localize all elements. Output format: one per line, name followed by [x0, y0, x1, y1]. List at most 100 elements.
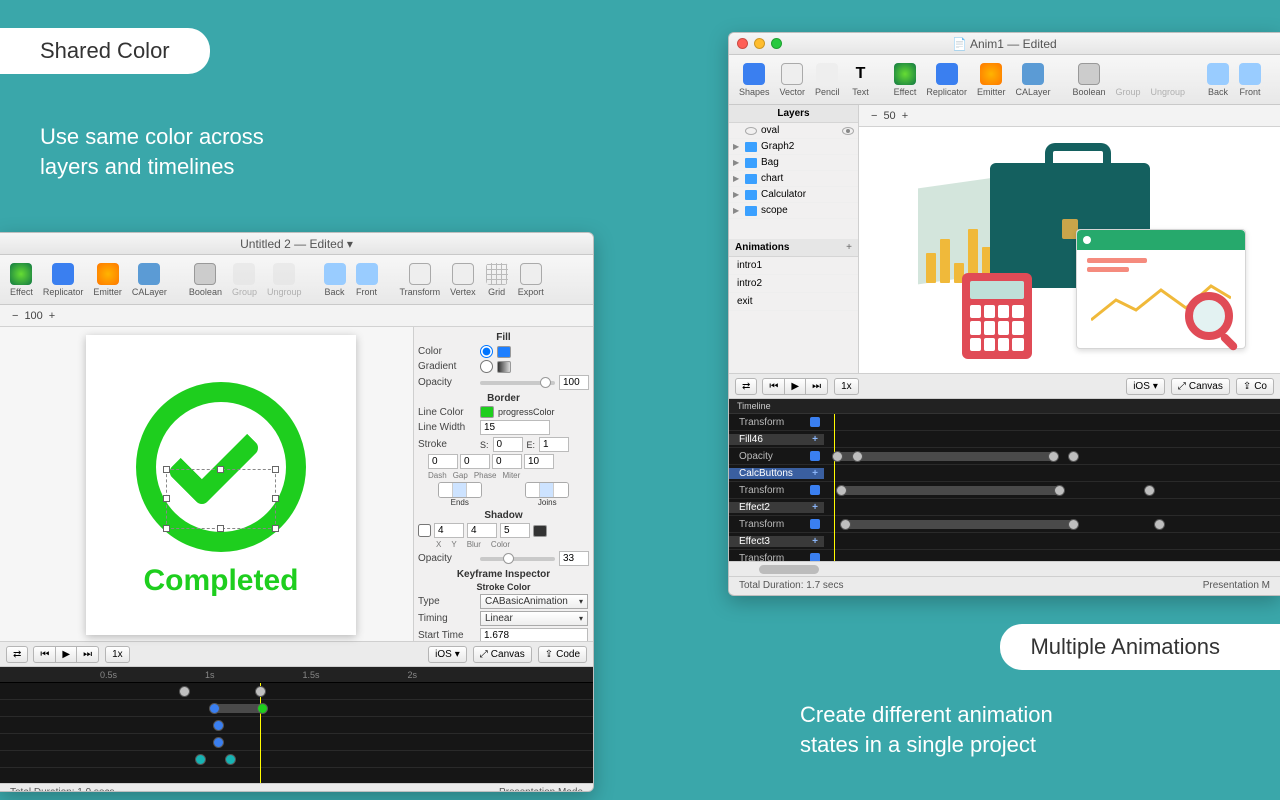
- type-dropdown[interactable]: CABasicAnimation: [480, 594, 588, 609]
- layer-item-calculator[interactable]: ▶Calculator: [729, 187, 858, 203]
- code-button[interactable]: ⇪ Code: [538, 646, 587, 663]
- track-transform[interactable]: Transform: [729, 417, 824, 428]
- tb-effect[interactable]: Effect: [890, 61, 921, 99]
- canvas-button[interactable]: ⤢ Canvas: [1171, 378, 1230, 395]
- visibility-icon[interactable]: [842, 127, 854, 135]
- loop-button[interactable]: ⇄: [6, 646, 28, 663]
- track-transform1[interactable]: Transform: [729, 485, 824, 496]
- color-swatch[interactable]: [497, 346, 511, 358]
- opacity-slider[interactable]: [480, 381, 555, 385]
- zoom-plus[interactable]: +: [896, 110, 914, 122]
- tb-front[interactable]: Front: [1235, 61, 1265, 99]
- zoom-minus[interactable]: −: [6, 310, 24, 322]
- tb-text[interactable]: TText: [846, 61, 876, 99]
- track-opacity[interactable]: Opacity: [729, 451, 824, 462]
- tb-group[interactable]: Group: [1112, 61, 1145, 99]
- tb-ungroup[interactable]: Ungroup: [1147, 61, 1190, 99]
- timing-dropdown[interactable]: Linear: [480, 611, 588, 626]
- platform-dropdown[interactable]: iOS ▾: [1126, 378, 1165, 395]
- dash-field[interactable]: [428, 454, 458, 469]
- starttime-field[interactable]: [480, 628, 588, 641]
- ends-buttons[interactable]: [438, 482, 482, 498]
- titlebar[interactable]: Untitled 2 — Edited ▾: [0, 233, 593, 255]
- tb-transform[interactable]: Transform: [396, 261, 445, 299]
- color-radio[interactable]: [480, 345, 493, 358]
- zoom-icon[interactable]: [771, 38, 782, 49]
- phase-field[interactable]: [492, 454, 522, 469]
- track-fill46[interactable]: Fill46+: [729, 434, 824, 445]
- code-button[interactable]: ⇪ Co: [1236, 378, 1274, 395]
- timeline-scrollbar[interactable]: [729, 561, 1280, 576]
- layer-item-scope[interactable]: ▶scope: [729, 203, 858, 219]
- tb-replicator[interactable]: Replicator: [922, 61, 971, 99]
- layer-item-graph2[interactable]: ▶Graph2: [729, 139, 858, 155]
- tb-vertex[interactable]: Vertex: [446, 261, 480, 299]
- opacity-field[interactable]: [559, 375, 589, 390]
- play-button[interactable]: ▶: [784, 378, 806, 395]
- stroke-e-field[interactable]: [539, 437, 569, 452]
- tb-boolean[interactable]: Boolean: [1068, 61, 1109, 99]
- animation-exit[interactable]: exit: [729, 293, 858, 311]
- shadow-color-swatch[interactable]: [533, 525, 547, 537]
- shadow-y[interactable]: [467, 523, 497, 538]
- tb-grid[interactable]: Grid: [482, 261, 512, 299]
- tb-calayer[interactable]: CALayer: [1011, 61, 1054, 99]
- forward-button[interactable]: ⏭: [805, 378, 828, 395]
- tb-export[interactable]: Export: [514, 261, 548, 299]
- tb-group[interactable]: Group: [228, 261, 261, 299]
- layer-item-oval[interactable]: oval: [729, 123, 858, 139]
- track-effect2[interactable]: Effect2+: [729, 502, 824, 513]
- canvas[interactable]: Completed: [0, 327, 413, 641]
- tb-shapes[interactable]: Shapes: [735, 61, 774, 99]
- selection-handles[interactable]: [166, 469, 276, 529]
- platform-dropdown[interactable]: iOS ▾: [428, 646, 467, 663]
- tb-boolean[interactable]: Boolean: [185, 261, 226, 299]
- shadow-opacity-field[interactable]: [559, 551, 589, 566]
- linewidth-field[interactable]: [480, 420, 550, 435]
- rewind-button[interactable]: ⏮: [33, 646, 56, 663]
- traffic-lights[interactable]: [737, 38, 782, 49]
- play-button[interactable]: ▶: [55, 646, 77, 663]
- speed-button[interactable]: 1x: [834, 378, 859, 395]
- layer-item-bag[interactable]: ▶Bag: [729, 155, 858, 171]
- animation-intro1[interactable]: intro1: [729, 257, 858, 275]
- shadow-x[interactable]: [434, 523, 464, 538]
- tb-back[interactable]: Back: [320, 261, 350, 299]
- zoom-minus[interactable]: −: [865, 110, 883, 122]
- add-animation-button[interactable]: +: [846, 242, 852, 253]
- minimize-icon[interactable]: [754, 38, 765, 49]
- tb-calayer[interactable]: CALayer: [128, 261, 171, 299]
- canvas-button[interactable]: ⤢ Canvas: [473, 646, 532, 663]
- tb-pencil[interactable]: Pencil: [811, 61, 844, 99]
- shadow-blur[interactable]: [500, 523, 530, 538]
- tb-emitter[interactable]: Emitter: [89, 261, 126, 299]
- timeline[interactable]: Timeline Transform Fill46+ Opacity CalcB…: [729, 399, 1280, 561]
- tb-replicator[interactable]: Replicator: [39, 261, 88, 299]
- rewind-button[interactable]: ⏮: [762, 378, 785, 395]
- timeline-ruler[interactable]: 0.5s1s1.5s2s: [0, 667, 593, 683]
- gradient-radio[interactable]: [480, 360, 493, 373]
- tb-front[interactable]: Front: [352, 261, 382, 299]
- timeline[interactable]: 0.5s1s1.5s2s: [0, 667, 593, 783]
- scene-artwork[interactable]: [890, 143, 1250, 353]
- canvas[interactable]: − 50 +: [859, 105, 1280, 373]
- tb-emitter[interactable]: Emitter: [973, 61, 1010, 99]
- tb-vector[interactable]: Vector: [776, 61, 810, 99]
- joins-buttons[interactable]: [525, 482, 569, 498]
- speed-button[interactable]: 1x: [105, 646, 130, 663]
- track-calcbuttons[interactable]: CalcButtons+: [729, 468, 824, 479]
- layer-item-chart[interactable]: ▶chart: [729, 171, 858, 187]
- completed-label[interactable]: Completed: [143, 564, 298, 598]
- shadow-opacity-slider[interactable]: [480, 557, 555, 561]
- animation-intro2[interactable]: intro2: [729, 275, 858, 293]
- loop-button[interactable]: ⇄: [735, 378, 757, 395]
- track-transform2[interactable]: Transform: [729, 519, 824, 530]
- stroke-s-field[interactable]: [493, 437, 523, 452]
- zoom-plus[interactable]: +: [43, 310, 61, 322]
- tb-ungroup[interactable]: Ungroup: [263, 261, 306, 299]
- track-effect3[interactable]: Effect3+: [729, 536, 824, 547]
- shadow-enable[interactable]: [418, 524, 431, 537]
- forward-button[interactable]: ⏭: [76, 646, 99, 663]
- miter-field[interactable]: [524, 454, 554, 469]
- gradient-swatch[interactable]: [497, 361, 511, 373]
